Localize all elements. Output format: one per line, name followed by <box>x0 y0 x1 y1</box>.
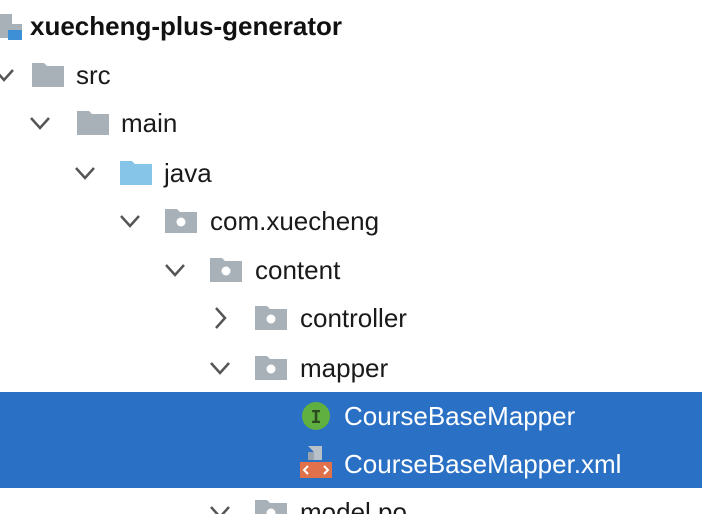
chevron-down-icon[interactable] <box>28 99 52 147</box>
chevron-down-icon[interactable] <box>0 51 16 99</box>
tree-item-label: mapper <box>300 353 389 383</box>
xml-file-icon <box>298 440 338 488</box>
tree-item-label: main <box>121 108 178 138</box>
folder-icon <box>75 99 115 147</box>
tree-item-main[interactable]: main <box>0 99 702 147</box>
tree-item-course-base-mapper[interactable]: I CourseBaseMapper <box>0 392 702 440</box>
interface-badge-letter: I <box>311 407 322 428</box>
tree-item-label: CourseBaseMapper <box>344 401 576 431</box>
chevron-down-icon[interactable] <box>208 488 232 514</box>
chevron-down-icon[interactable] <box>163 246 187 294</box>
chevron-right-icon[interactable] <box>208 294 232 342</box>
chevron-down-icon[interactable] <box>73 149 97 197</box>
chevron-down-icon[interactable] <box>208 344 232 392</box>
tree-item-course-base-mapper-xml[interactable]: CourseBaseMapper.xml <box>0 440 702 488</box>
tree-item-com-xuecheng[interactable]: com.xuecheng <box>0 197 702 245</box>
package-icon <box>208 246 248 294</box>
tree-item-label: controller <box>300 303 407 333</box>
tree-item-model-po[interactable]: model.po <box>0 488 702 514</box>
tree-item-label: src <box>76 60 111 90</box>
java-interface-icon: I <box>298 392 338 440</box>
source-root-folder-icon <box>118 149 158 197</box>
tree-item-label: java <box>164 158 212 188</box>
tree-item-label: CourseBaseMapper.xml <box>344 449 622 479</box>
tree-item-label: model.po <box>300 497 407 514</box>
tree-item-src[interactable]: src <box>0 51 702 99</box>
tree-item-label: content <box>255 255 341 285</box>
tree-root-row[interactable]: xuecheng-plus-generator <box>0 2 702 50</box>
chevron-down-icon[interactable] <box>118 197 142 245</box>
tree-item-content[interactable]: content <box>0 246 702 294</box>
tree-item-java[interactable]: java <box>0 149 702 197</box>
tree-item-mapper[interactable]: mapper <box>0 344 702 392</box>
tree-item-controller[interactable]: controller <box>0 294 702 342</box>
tree-item-label: com.xuecheng <box>210 206 380 236</box>
package-icon <box>253 488 293 514</box>
package-icon <box>253 344 293 392</box>
tree-root-label: xuecheng-plus-generator <box>30 11 343 41</box>
package-icon <box>253 294 293 342</box>
project-tree: xuecheng-plus-generator src main java co… <box>0 0 702 514</box>
package-icon <box>163 197 203 245</box>
folder-icon <box>30 51 70 99</box>
